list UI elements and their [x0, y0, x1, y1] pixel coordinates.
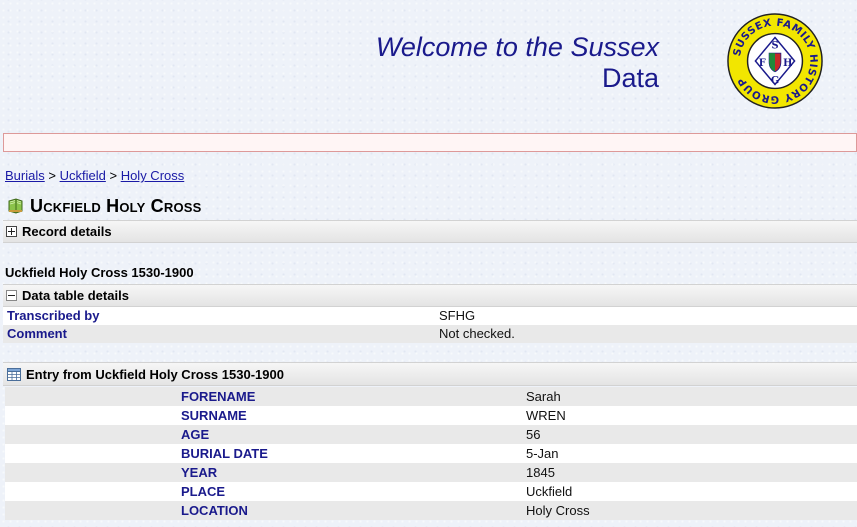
- entry-row: YEAR 1845: [5, 463, 857, 482]
- dataset-title: Uckfield Holy Cross 1530-1900: [5, 265, 194, 280]
- data-table-details-toggle[interactable]: Data table details: [3, 284, 857, 307]
- entry-field-name: YEAR: [181, 465, 218, 480]
- book-icon: [8, 198, 23, 214]
- entry-row: SURNAME WREN: [5, 406, 857, 425]
- entry-row: BURIAL DATE 5-Jan: [5, 444, 857, 463]
- data-table-row: Comment Not checked.: [3, 325, 857, 343]
- data-table-details-label: Data table details: [22, 288, 129, 303]
- data-table-row: Transcribed by SFHG: [3, 307, 857, 325]
- table-icon: [7, 367, 21, 381]
- data-table-key: Transcribed by: [7, 308, 100, 323]
- data-table-key: Comment: [7, 326, 67, 341]
- logo-letter-s: S: [771, 40, 778, 51]
- entry-field-name: LOCATION: [181, 503, 248, 518]
- expand-icon: [6, 226, 17, 237]
- sfhg-logo: SUSSEX FAMILY HISTORY GROUP S F H G: [727, 13, 823, 109]
- entry-field-value: Uckfield: [526, 484, 573, 499]
- breadcrumb-separator: >: [109, 168, 118, 183]
- breadcrumb: Burials > Uckfield > Holy Cross: [5, 168, 184, 183]
- data-table-value: Not checked.: [439, 326, 515, 341]
- message-bar: [3, 133, 857, 152]
- breadcrumb-separator: >: [48, 168, 56, 183]
- entry-row: FORENAME Sarah: [5, 387, 857, 406]
- entry-field-name: PLACE: [181, 484, 226, 499]
- welcome-line-2: Data: [601, 63, 659, 93]
- entry-field-name: BURIAL DATE: [181, 446, 268, 461]
- entry-field-name: AGE: [181, 427, 210, 442]
- entry-header: Entry from Uckfield Holy Cross 1530-1900: [3, 362, 857, 386]
- data-table-value: SFHG: [439, 308, 476, 323]
- logo-letter-g: G: [771, 76, 779, 87]
- logo-letter-h: H: [783, 58, 792, 69]
- entry-field-name: SURNAME: [181, 408, 247, 423]
- breadcrumb-burials-link[interactable]: Burials: [5, 168, 45, 183]
- breadcrumb-holy-cross-link[interactable]: Holy Cross: [121, 168, 185, 183]
- record-details-toggle[interactable]: Record details: [3, 220, 857, 243]
- welcome-heading: Welcome to the Sussex Data: [376, 32, 659, 94]
- entry-row: PLACE Uckfield: [5, 482, 857, 501]
- welcome-line-1: Welcome to the Sussex: [375, 32, 659, 62]
- collapse-icon: [6, 290, 17, 301]
- entry-header-label: Entry from Uckfield Holy Cross 1530-1900: [26, 366, 284, 382]
- breadcrumb-uckfield-link[interactable]: Uckfield: [60, 168, 106, 183]
- record-details-label: Record details: [22, 224, 112, 239]
- page-title: Uckfield Holy Cross: [7, 195, 202, 217]
- logo-letter-f: F: [759, 58, 766, 69]
- entry-field-value: 5-Jan: [526, 446, 559, 461]
- entry-field-value: 1845: [526, 465, 555, 480]
- entry-field-value: Sarah: [526, 389, 561, 404]
- page-title-text: Uckfield Holy Cross: [30, 195, 202, 216]
- entry-row: AGE 56: [5, 425, 857, 444]
- entry-field-value: WREN: [526, 408, 566, 423]
- entry-row: LOCATION Holy Cross: [5, 501, 857, 520]
- entry-field-value: Holy Cross: [526, 503, 590, 518]
- entry-field-value: 56: [526, 427, 541, 442]
- entry-field-name: FORENAME: [181, 389, 256, 404]
